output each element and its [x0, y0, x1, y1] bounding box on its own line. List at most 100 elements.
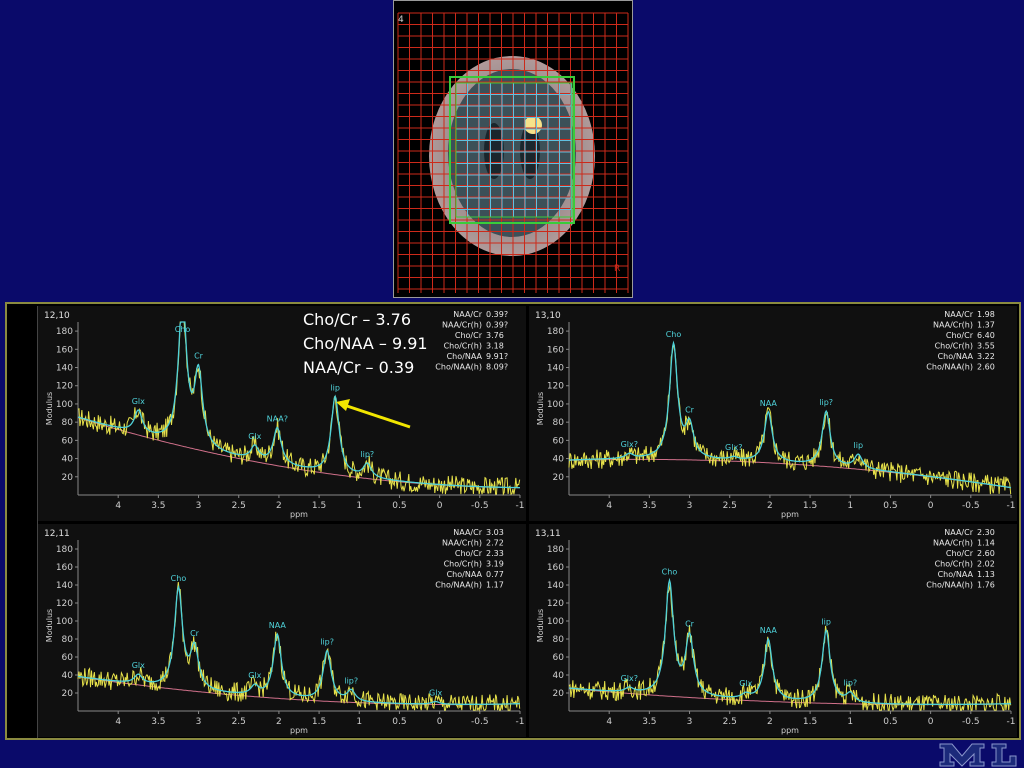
- y-tick-label: 80: [553, 418, 565, 428]
- y-tick-label: 80: [62, 635, 74, 645]
- y-tick-label: 40: [62, 455, 74, 465]
- x-tick-label: 1.5: [312, 717, 326, 727]
- stat-label: Cho/Cr: [455, 549, 483, 558]
- spectra-container: 12,10 20 40 60 80 100 120 140 160 180 4 3.5 3 2.5 2 1.5…: [5, 302, 1021, 740]
- x-tick-label: 3.5: [151, 717, 165, 727]
- x-tick-label: 1: [356, 717, 362, 727]
- x-tick-label: 2.5: [232, 501, 246, 511]
- stat-value: 2.33: [486, 549, 504, 558]
- peak-label: Glx: [248, 671, 261, 680]
- raw-spectrum: [568, 583, 1012, 712]
- x-tick-label: 0.5: [883, 501, 897, 511]
- y-tick-label: 80: [553, 635, 565, 645]
- stat-label: NAA/Cr(h): [933, 539, 973, 548]
- peak-label: lip?: [320, 638, 334, 647]
- x-tick-label: 0: [928, 501, 934, 511]
- x-tick-label: -0.5: [962, 501, 980, 511]
- y-tick-label: 180: [56, 545, 73, 555]
- stat-value: 2.02: [977, 560, 995, 569]
- y-tick-label: 120: [547, 382, 564, 392]
- peak-label: Glx?: [621, 440, 638, 449]
- stat-label: Cho/Cr: [455, 331, 483, 340]
- stat-label: Cho/NAA: [447, 352, 483, 361]
- x-axis-label: ppm: [290, 726, 308, 735]
- peak-label: Cho: [175, 325, 191, 334]
- spectrum-svg: 12,11 20 40 60 80 100 120 140 160 180 4 3.5 3 2.5 2 1.5…: [44, 528, 524, 735]
- y-axis-label: Modulus: [536, 392, 545, 425]
- stat-value: 6.40: [977, 331, 995, 340]
- stat-value: 3.22: [977, 352, 995, 361]
- peak-label: Cr: [190, 629, 200, 638]
- y-tick-label: 120: [56, 382, 73, 392]
- x-tick-label: 3.5: [642, 717, 656, 727]
- y-tick-label: 120: [56, 599, 73, 609]
- y-tick-label: 180: [547, 545, 564, 555]
- peak-label: Cho: [666, 330, 682, 339]
- stat-value: 2.30: [977, 528, 995, 537]
- y-tick-label: 100: [56, 400, 73, 410]
- stat-label: Cho/NAA(h): [926, 581, 973, 590]
- stat-label: NAA/Cr(h): [442, 321, 482, 330]
- x-tick-label: 2.5: [723, 501, 737, 511]
- y-tick-label: 180: [56, 327, 73, 337]
- y-tick-label: 100: [547, 400, 564, 410]
- x-tick-label: 2: [276, 717, 282, 727]
- stat-label: Cho/NAA(h): [435, 581, 482, 590]
- y-tick-label: 140: [547, 581, 564, 591]
- stat-value: 3.03: [486, 528, 504, 537]
- peak-label: lip?: [360, 450, 374, 459]
- x-axis-label: ppm: [781, 510, 799, 519]
- peak-label: lip?: [843, 679, 857, 688]
- y-tick-label: 80: [62, 418, 74, 428]
- x-tick-label: 0: [928, 717, 934, 727]
- stat-label: NAA/Cr: [944, 528, 973, 537]
- peak-label: lip: [330, 383, 340, 392]
- x-tick-label: 3: [687, 717, 693, 727]
- x-tick-label: 3: [196, 717, 202, 727]
- stat-label: Cho/Cr(h): [935, 560, 973, 569]
- x-tick-label: -1: [1007, 501, 1016, 511]
- stat-value: 1.14: [977, 539, 995, 548]
- y-tick-label: 20: [553, 473, 565, 483]
- x-tick-label: 2: [767, 501, 773, 511]
- panel-label: 12,10: [44, 311, 70, 321]
- x-tick-label: 2: [767, 717, 773, 727]
- y-tick-label: 60: [553, 653, 565, 663]
- stat-label: Cho/NAA(h): [435, 363, 482, 372]
- stat-value: 0.77: [486, 570, 504, 579]
- peak-label: Cr: [194, 352, 204, 361]
- mri-grid-overlay: R: [397, 12, 629, 293]
- stat-label: Cho/NAA: [938, 570, 974, 579]
- pointer-arrow-icon: [336, 399, 411, 429]
- stat-value: 0.39?: [486, 321, 508, 330]
- x-tick-label: 1: [847, 717, 853, 727]
- x-tick-label: 1: [356, 501, 362, 511]
- x-tick-label: 1: [847, 501, 853, 511]
- y-tick-label: 40: [553, 455, 565, 465]
- stat-label: Cho/Cr: [946, 549, 974, 558]
- peak-label: lip: [821, 617, 831, 626]
- x-tick-label: 4: [115, 501, 121, 511]
- peak-label: lip?: [344, 676, 358, 685]
- stat-value: 1.17: [486, 581, 504, 590]
- peak-label: lip?: [819, 398, 833, 407]
- raw-spectrum: [77, 582, 521, 712]
- stat-value: 1.13: [977, 570, 995, 579]
- x-tick-label: 4: [606, 501, 612, 511]
- stat-value: 8.09?: [486, 363, 508, 372]
- stat-value: 3.55: [977, 342, 995, 351]
- x-axis-label: ppm: [781, 726, 799, 735]
- stat-value: 0.39?: [486, 310, 508, 319]
- x-tick-label: -0.5: [471, 501, 489, 511]
- stat-value: 3.76: [486, 331, 504, 340]
- y-tick-label: 140: [56, 581, 73, 591]
- x-tick-label: 0: [437, 501, 443, 511]
- y-tick-label: 40: [553, 671, 565, 681]
- stat-value: 1.98: [977, 310, 995, 319]
- fit-spectrum: [569, 577, 1011, 706]
- peak-label: Cr: [685, 405, 695, 414]
- stat-value: 3.18: [486, 342, 504, 351]
- annotation-line-cho-naa: Cho/NAA – 9.91: [303, 334, 428, 353]
- peak-label: Glx: [248, 432, 261, 441]
- y-axis-label: Modulus: [45, 609, 54, 642]
